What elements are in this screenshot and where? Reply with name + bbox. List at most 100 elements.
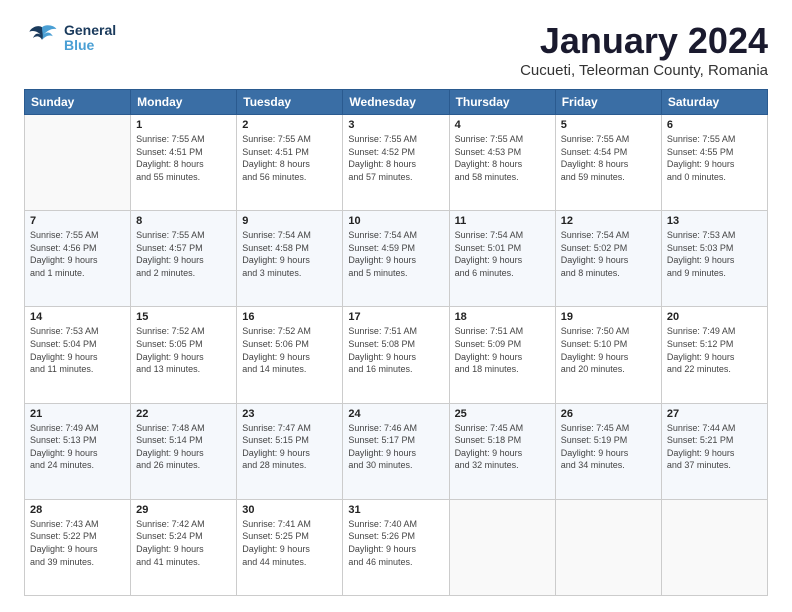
day-info: Sunrise: 7:46 AMSunset: 5:17 PMDaylight:… [348,422,443,472]
calendar-cell: 20 Sunrise: 7:49 AMSunset: 5:12 PMDayligh… [661,307,767,403]
day-number: 27 [667,408,762,420]
day-info: Sunrise: 7:52 AMSunset: 5:05 PMDaylight:… [136,325,231,375]
logo-icon [24,20,60,56]
calendar-cell: 28 Sunrise: 7:43 AMSunset: 5:22 PMDayligh… [25,499,131,595]
day-info: Sunrise: 7:43 AMSunset: 5:22 PMDaylight:… [30,518,125,568]
calendar-header: Sunday Monday Tuesday Wednesday Thursday… [25,90,768,115]
calendar-cell: 4 Sunrise: 7:55 AMSunset: 4:53 PMDaylight… [449,115,555,211]
calendar-cell: 11Sunrise: 7:54 AMSunset: 5:01 PMDayligh… [449,211,555,307]
day-info: Sunrise: 7:55 AMSunset: 4:51 PMDaylight:… [242,133,337,183]
day-info: Sunrise: 7:41 AMSunset: 5:25 PMDaylight:… [242,518,337,568]
day-number: 26 [561,408,656,420]
day-number: 20 [667,311,762,323]
calendar-cell: 17 Sunrise: 7:51 AMSunset: 5:08 PMDayligh… [343,307,449,403]
day-number: 4 [455,119,550,131]
calendar-week-1: 1 Sunrise: 7:55 AMSunset: 4:51 PMDaylight… [25,115,768,211]
day-info: Sunrise: 7:49 AMSunset: 5:13 PMDaylight:… [30,422,125,472]
day-info: Sunrise: 7:51 AMSunset: 5:08 PMDaylight:… [348,325,443,375]
calendar-week-5: 28 Sunrise: 7:43 AMSunset: 5:22 PMDayligh… [25,499,768,595]
calendar-cell [661,499,767,595]
calendar-cell [25,115,131,211]
day-number: 22 [136,408,231,420]
day-info: Sunrise: 7:54 AMSunset: 4:58 PMDaylight:… [242,229,337,279]
calendar-cell: 19 Sunrise: 7:50 AMSunset: 5:10 PMDayligh… [555,307,661,403]
th-sunday: Sunday [25,90,131,115]
day-number: 14 [30,311,125,323]
day-number: 2 [242,119,337,131]
calendar-cell: 9 Sunrise: 7:54 AMSunset: 4:58 PMDaylight… [237,211,343,307]
day-number: 10 [348,215,443,227]
day-info: Sunrise: 7:49 AMSunset: 5:12 PMDaylight:… [667,325,762,375]
day-info: Sunrise: 7:55 AMSunset: 4:52 PMDaylight:… [348,133,443,183]
day-number: 18 [455,311,550,323]
day-number: 19 [561,311,656,323]
day-number: 31 [348,504,443,516]
day-number: 24 [348,408,443,420]
day-info: Sunrise: 7:55 AMSunset: 4:53 PMDaylight:… [455,133,550,183]
title-block: January 2024 Cucueti, Teleorman County, … [520,20,768,79]
calendar-cell: 29Sunrise: 7:42 AMSunset: 5:24 PMDayligh… [131,499,237,595]
day-info: Sunrise: 7:45 AMSunset: 5:19 PMDaylight:… [561,422,656,472]
calendar-cell: 21Sunrise: 7:49 AMSunset: 5:13 PMDayligh… [25,403,131,499]
calendar-cell: 3 Sunrise: 7:55 AMSunset: 4:52 PMDaylight… [343,115,449,211]
day-number: 29 [136,504,231,516]
logo-general-text: General [64,23,116,38]
day-info: Sunrise: 7:50 AMSunset: 5:10 PMDaylight:… [561,325,656,375]
day-number: 16 [242,311,337,323]
day-number: 28 [30,504,125,516]
day-number: 6 [667,119,762,131]
calendar-cell: 25Sunrise: 7:45 AMSunset: 5:18 PMDayligh… [449,403,555,499]
page: General Blue January 2024 Cucueti, Teleo… [0,0,792,612]
day-info: Sunrise: 7:44 AMSunset: 5:21 PMDaylight:… [667,422,762,472]
day-info: Sunrise: 7:55 AMSunset: 4:56 PMDaylight:… [30,229,125,279]
calendar-cell: 13 Sunrise: 7:53 AMSunset: 5:03 PMDayligh… [661,211,767,307]
calendar-cell: 22 Sunrise: 7:48 AMSunset: 5:14 PMDayligh… [131,403,237,499]
calendar-cell: 27 Sunrise: 7:44 AMSunset: 5:21 PMDayligh… [661,403,767,499]
day-info: Sunrise: 7:45 AMSunset: 5:18 PMDaylight:… [455,422,550,472]
day-info: Sunrise: 7:53 AMSunset: 5:04 PMDaylight:… [30,325,125,375]
logo: General Blue [24,20,116,56]
day-info: Sunrise: 7:55 AMSunset: 4:57 PMDaylight:… [136,229,231,279]
th-saturday: Saturday [661,90,767,115]
calendar-cell: 15 Sunrise: 7:52 AMSunset: 5:05 PMDayligh… [131,307,237,403]
day-info: Sunrise: 7:48 AMSunset: 5:14 PMDaylight:… [136,422,231,472]
month-title: January 2024 [520,20,768,62]
calendar-cell: 2 Sunrise: 7:55 AMSunset: 4:51 PMDaylight… [237,115,343,211]
day-number: 17 [348,311,443,323]
day-number: 9 [242,215,337,227]
calendar-week-4: 21Sunrise: 7:49 AMSunset: 5:13 PMDayligh… [25,403,768,499]
calendar-cell: 23Sunrise: 7:47 AMSunset: 5:15 PMDayligh… [237,403,343,499]
day-info: Sunrise: 7:52 AMSunset: 5:06 PMDaylight:… [242,325,337,375]
calendar-cell: 12Sunrise: 7:54 AMSunset: 5:02 PMDayligh… [555,211,661,307]
day-info: Sunrise: 7:40 AMSunset: 5:26 PMDaylight:… [348,518,443,568]
th-tuesday: Tuesday [237,90,343,115]
logo-blue-text: Blue [64,38,116,53]
calendar-cell: 5Sunrise: 7:55 AMSunset: 4:54 PMDaylight… [555,115,661,211]
calendar-cell [555,499,661,595]
logo-words: General Blue [64,23,116,54]
calendar-week-3: 14 Sunrise: 7:53 AMSunset: 5:04 PMDayligh… [25,307,768,403]
calendar-cell: 26 Sunrise: 7:45 AMSunset: 5:19 PMDayligh… [555,403,661,499]
day-number: 15 [136,311,231,323]
calendar-cell: 14 Sunrise: 7:53 AMSunset: 5:04 PMDayligh… [25,307,131,403]
calendar-table: Sunday Monday Tuesday Wednesday Thursday… [24,89,768,596]
day-number: 30 [242,504,337,516]
calendar-cell: 24 Sunrise: 7:46 AMSunset: 5:17 PMDayligh… [343,403,449,499]
weekday-row: Sunday Monday Tuesday Wednesday Thursday… [25,90,768,115]
calendar-week-2: 7Sunrise: 7:55 AMSunset: 4:56 PMDaylight… [25,211,768,307]
calendar-cell: 30 Sunrise: 7:41 AMSunset: 5:25 PMDayligh… [237,499,343,595]
day-number: 5 [561,119,656,131]
calendar-cell: 6 Sunrise: 7:55 AMSunset: 4:55 PMDaylight… [661,115,767,211]
calendar-cell: 10Sunrise: 7:54 AMSunset: 4:59 PMDayligh… [343,211,449,307]
day-number: 3 [348,119,443,131]
day-number: 1 [136,119,231,131]
day-info: Sunrise: 7:47 AMSunset: 5:15 PMDaylight:… [242,422,337,472]
calendar-cell: 16 Sunrise: 7:52 AMSunset: 5:06 PMDayligh… [237,307,343,403]
calendar-cell: 8Sunrise: 7:55 AMSunset: 4:57 PMDaylight… [131,211,237,307]
header: General Blue January 2024 Cucueti, Teleo… [24,20,768,79]
day-number: 12 [561,215,656,227]
day-info: Sunrise: 7:55 AMSunset: 4:55 PMDaylight:… [667,133,762,183]
calendar-cell: 31 Sunrise: 7:40 AMSunset: 5:26 PMDayligh… [343,499,449,595]
day-number: 13 [667,215,762,227]
day-info: Sunrise: 7:53 AMSunset: 5:03 PMDaylight:… [667,229,762,279]
